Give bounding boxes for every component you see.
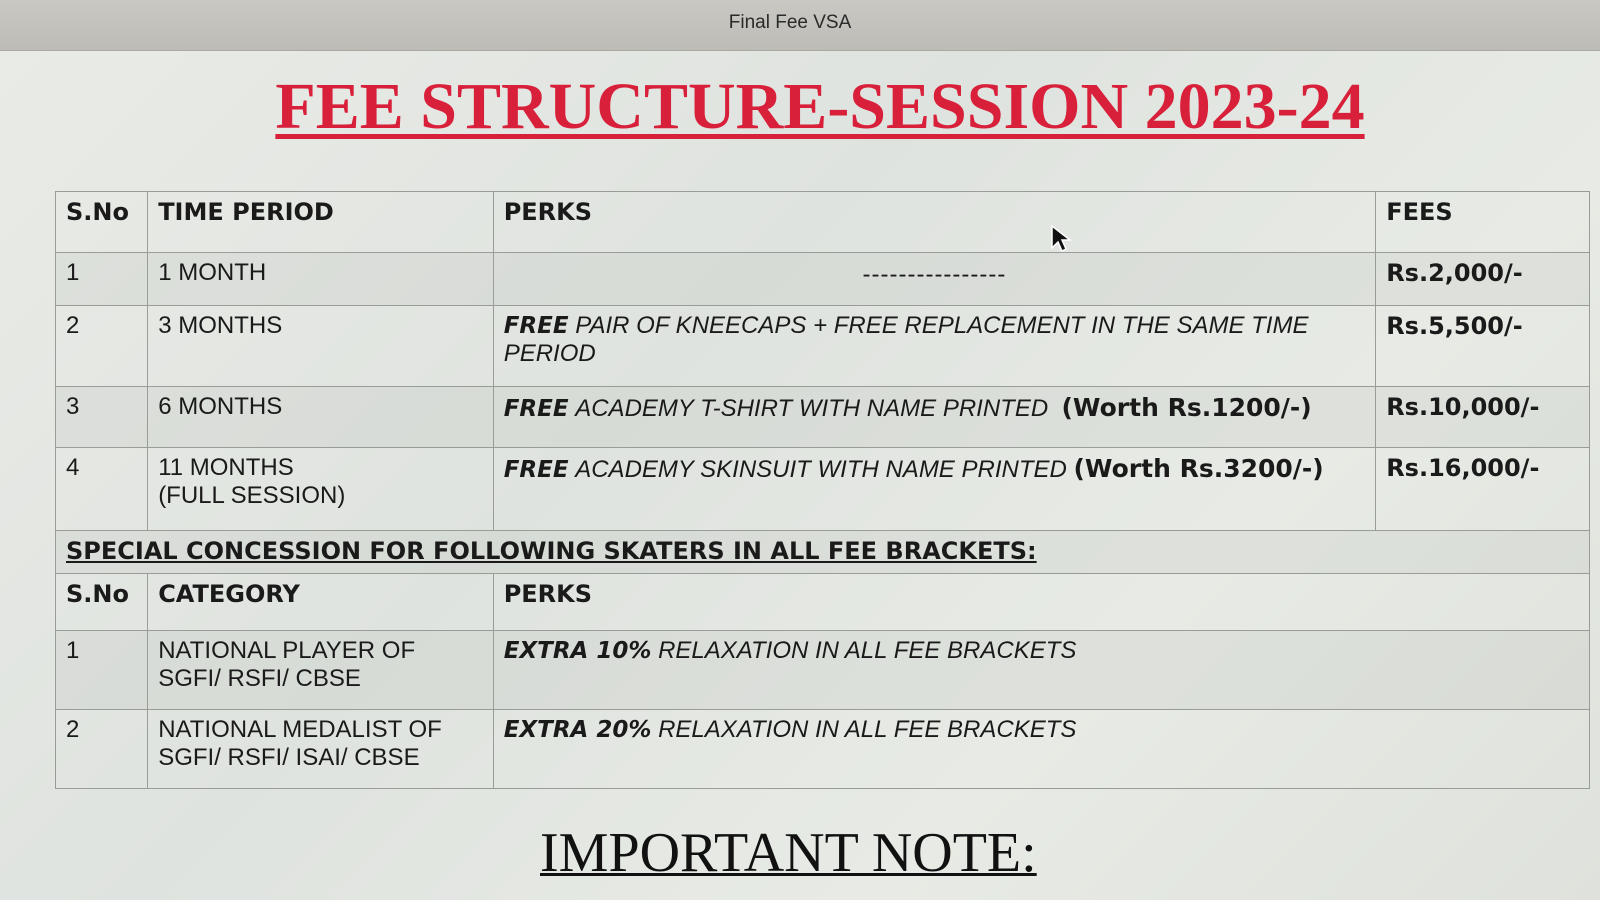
row-sno: 2 — [54, 709, 149, 789]
header-perks: PERKS — [492, 573, 1591, 631]
row-perks: EXTRA 10% RELAXATION IN ALL FEE BRACKETS — [492, 630, 1591, 710]
table-row: 1 NATIONAL PLAYER OF SGFI/ RSFI/ CBSE EX… — [54, 630, 1591, 710]
perk-text: RELAXATION IN ALL FEE BRACKETS — [658, 716, 1077, 743]
row-perks: FREE PAIR OF KNEECAPS + FREE REPLACEMENT… — [492, 305, 1377, 387]
perk-free-label: FREE — [503, 313, 569, 339]
perk-free-label: FREE — [503, 457, 569, 483]
row-sno: 3 — [54, 386, 149, 448]
window-titlebar: Final Fee VSA — [0, 0, 1600, 51]
window-title: Final Fee VSA — [728, 12, 852, 33]
row-sno: 4 — [54, 447, 149, 531]
row-perks: FREE ACADEMY SKINSUIT WITH NAME PRINTED … — [492, 447, 1377, 531]
table-row: 1 1 MONTH ---------------- Rs.2,000/- — [54, 252, 1590, 306]
header-sno: S.No — [54, 573, 149, 631]
row-time-period: 1 MONTH — [147, 252, 494, 306]
header-perks: PERKS — [492, 191, 1377, 253]
table-row: 4 11 MONTHS (FULL SESSION) FREE ACADEMY … — [54, 447, 1590, 531]
table-row: 2 3 MONTHS FREE PAIR OF KNEECAPS + FREE … — [54, 305, 1590, 387]
row-time-period: 6 MONTHS — [147, 386, 494, 448]
perk-worth: (Worth Rs.3200/-) — [1073, 454, 1324, 483]
concession-heading-row: SPECIAL CONCESSION FOR FOLLOWING SKATERS… — [55, 530, 1590, 574]
row-sno: 1 — [54, 630, 149, 710]
perk-text: ACADEMY T-SHIRT WITH NAME PRINTED — [575, 395, 1049, 422]
important-note-heading: IMPORTANT NOTE: — [540, 822, 1037, 884]
header-sno: S.No — [54, 191, 149, 253]
row-perks: ---------------- — [492, 252, 1377, 306]
perk-bold: EXTRA 20% — [503, 717, 652, 743]
row-time-period: 3 MONTHS — [147, 305, 494, 387]
document-title: FEE STRUCTURE-SESSION 2023-24 — [275, 70, 1365, 143]
empty-perk-dashes: ---------------- — [862, 261, 1007, 288]
fee-table: S.No TIME PERIOD PERKS FEES 1 1 MONTH --… — [54, 191, 1591, 789]
time-period-sub: (FULL SESSION) — [158, 482, 346, 509]
row-fees: Rs.10,000/- — [1375, 386, 1590, 448]
row-sno: 1 — [54, 252, 149, 306]
row-fees: Rs.5,500/- — [1375, 305, 1590, 387]
row-sno: 2 — [54, 305, 149, 387]
perk-worth: (Worth Rs.1200/-) — [1061, 393, 1312, 422]
time-period-main: 11 MONTHS — [158, 454, 294, 481]
fee-table-header: S.No TIME PERIOD PERKS FEES — [54, 191, 1590, 253]
perk-text: RELAXATION IN ALL FEE BRACKETS — [658, 637, 1077, 664]
row-category: NATIONAL PLAYER OF SGFI/ RSFI/ CBSE — [147, 630, 494, 710]
row-perks: EXTRA 20% RELAXATION IN ALL FEE BRACKETS — [492, 709, 1591, 789]
perk-bold: EXTRA 10% — [503, 638, 652, 664]
perk-free-label: FREE — [503, 396, 569, 422]
row-perks: FREE ACADEMY T-SHIRT WITH NAME PRINTED (… — [492, 386, 1377, 448]
row-fees: Rs.16,000/- — [1375, 447, 1590, 531]
row-category: NATIONAL MEDALIST OF SGFI/ RSFI/ ISAI/ C… — [147, 709, 494, 789]
header-time-period: TIME PERIOD — [147, 191, 494, 253]
table-row: 3 6 MONTHS FREE ACADEMY T-SHIRT WITH NAM… — [54, 386, 1590, 448]
concession-table-header: S.No CATEGORY PERKS — [54, 573, 1591, 631]
row-fees: Rs.2,000/- — [1375, 252, 1590, 306]
concession-heading: SPECIAL CONCESSION FOR FOLLOWING SKATERS… — [55, 530, 1590, 574]
header-category: CATEGORY — [147, 573, 494, 631]
perk-text: PAIR OF KNEECAPS + FREE REPLACEMENT IN T… — [503, 312, 1309, 367]
document-page: FEE STRUCTURE-SESSION 2023-24 S.No TIME … — [0, 51, 1600, 900]
row-time-period: 11 MONTHS (FULL SESSION) — [147, 447, 494, 531]
mouse-pointer-icon — [1051, 224, 1072, 253]
table-row: 2 NATIONAL MEDALIST OF SGFI/ RSFI/ ISAI/… — [54, 709, 1591, 789]
header-fees: FEES — [1375, 191, 1590, 253]
perk-text: ACADEMY SKINSUIT WITH NAME PRINTED — [575, 456, 1067, 483]
